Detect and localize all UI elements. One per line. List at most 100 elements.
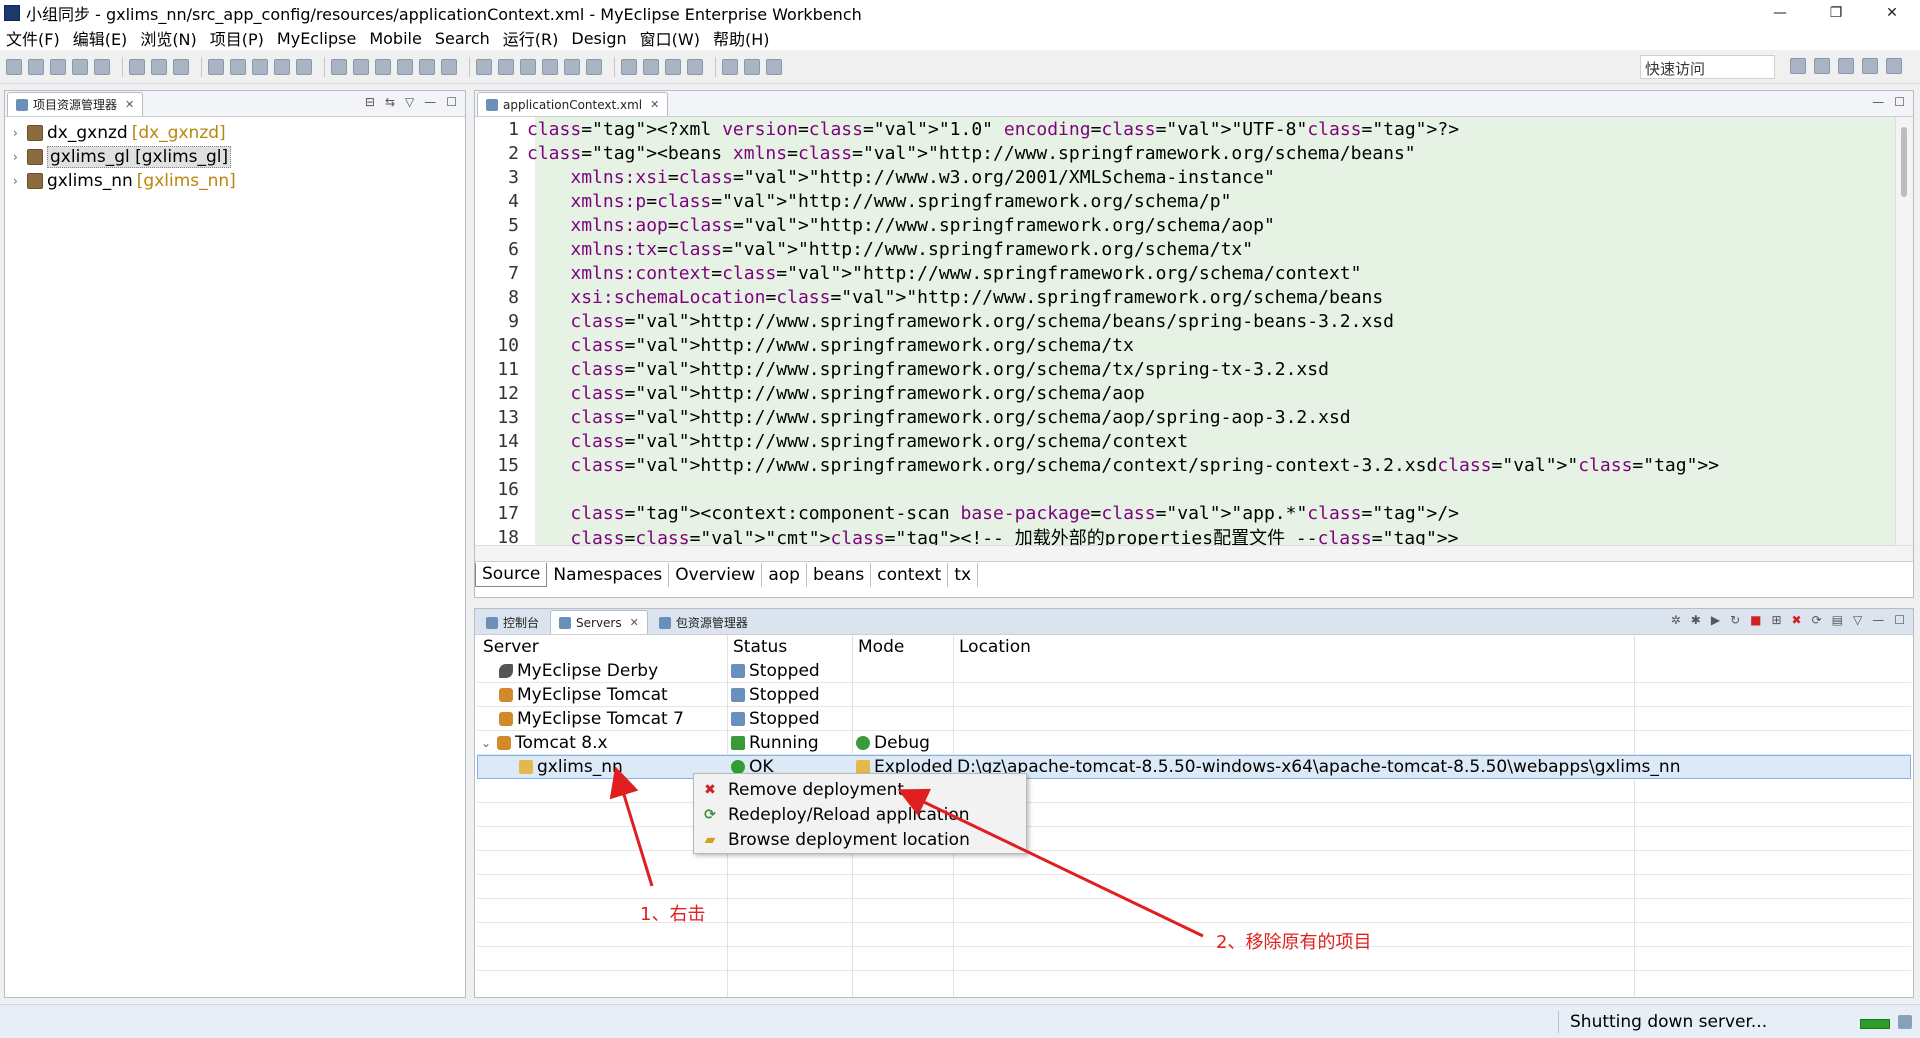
- code-line[interactable]: 7 xmlns:context=class="val">"http://www.…: [475, 261, 1913, 285]
- add-deployment-icon[interactable]: ⊞: [1771, 613, 1781, 627]
- table-row[interactable]: [477, 731, 1911, 755]
- menu-window[interactable]: 窗口(W): [640, 26, 700, 50]
- open-type-icon[interactable]: [419, 58, 435, 75]
- tab-applicationcontext-xml[interactable]: applicationContext.xml ✕: [477, 92, 669, 116]
- tab-aop[interactable]: aop: [762, 562, 807, 587]
- menu-navigate[interactable]: 浏览(N): [140, 26, 196, 50]
- maximize-icon[interactable]: ☐: [446, 95, 457, 109]
- stop-server-icon[interactable]: ■: [1750, 613, 1761, 627]
- tab-tx[interactable]: tx: [948, 562, 979, 587]
- web-browser-icon[interactable]: [397, 58, 413, 75]
- tab-overview[interactable]: Overview: [669, 562, 763, 587]
- package-icon[interactable]: [274, 58, 290, 75]
- minimize-button[interactable]: —: [1752, 0, 1808, 26]
- minimize-icon[interactable]: —: [424, 95, 436, 109]
- pencil-icon[interactable]: [564, 58, 580, 75]
- scroll-thumb[interactable]: [1901, 127, 1907, 197]
- tree-item-dx-gxnzd[interactable]: › dx_gxnzd [dx_gxnzd]: [5, 121, 465, 145]
- close-icon[interactable]: ✕: [125, 98, 134, 111]
- menu-search[interactable]: Search: [435, 29, 490, 48]
- deploy-icon[interactable]: [296, 58, 312, 75]
- redo-icon[interactable]: [230, 58, 246, 75]
- link-editor-icon[interactable]: ⇆: [385, 95, 395, 109]
- code-line[interactable]: 12 class="val">http://www.springframewor…: [475, 381, 1913, 405]
- code-line[interactable]: 6 xmlns:tx=class="val">"http://www.sprin…: [475, 237, 1913, 261]
- save-all-icon[interactable]: [72, 58, 88, 75]
- build-icon[interactable]: [173, 58, 189, 75]
- code-line[interactable]: 15 class="val">http://www.springframewor…: [475, 453, 1913, 477]
- code-line[interactable]: 3 xmlns:xsi=class="val">"http://www.w3.o…: [475, 165, 1913, 189]
- tab-context[interactable]: context: [871, 562, 949, 587]
- quick-access-input[interactable]: 快速访问: [1640, 55, 1775, 79]
- pin-editor-icon[interactable]: [722, 58, 738, 75]
- debug-icon[interactable]: [476, 58, 492, 75]
- menu-edit[interactable]: 编辑(E): [73, 26, 128, 50]
- browse-folder-icon[interactable]: ▤: [1832, 613, 1843, 627]
- code-line[interactable]: 17 class="tag"><context:component-scan b…: [475, 501, 1913, 525]
- tree-item-gxlims-gl[interactable]: › gxlims_gl [gxlims_gl]: [5, 145, 465, 169]
- chevron-right-icon[interactable]: ›: [13, 174, 27, 188]
- code-line[interactable]: 4 xmlns:p=class="val">"http://www.spring…: [475, 189, 1913, 213]
- column-header-location[interactable]: Location: [959, 635, 1031, 659]
- code-line[interactable]: 16: [475, 477, 1913, 501]
- view-menu-icon[interactable]: ▽: [1853, 613, 1862, 627]
- minimize-icon[interactable]: —: [1872, 613, 1884, 627]
- tab-package-explorer[interactable]: 包资源管理器: [650, 610, 757, 634]
- code-line[interactable]: 9 class="val">http://www.springframework…: [475, 309, 1913, 333]
- new-icon[interactable]: [6, 58, 22, 75]
- terminal-icon[interactable]: [129, 58, 145, 75]
- open-task-icon[interactable]: [586, 58, 602, 75]
- run-icon[interactable]: [498, 58, 514, 75]
- open-folder-icon[interactable]: [542, 58, 558, 75]
- new-server-icon[interactable]: [331, 58, 347, 75]
- redeploy-icon[interactable]: ⟳: [1812, 613, 1822, 627]
- grid-icon[interactable]: [766, 58, 782, 75]
- table-row[interactable]: [477, 683, 1911, 707]
- maximize-icon[interactable]: ☐: [1894, 95, 1905, 109]
- maximize-button[interactable]: ❐: [1808, 0, 1864, 26]
- menu-myeclipse[interactable]: MyEclipse: [277, 29, 356, 48]
- menu-help[interactable]: 帮助(H): [713, 26, 770, 50]
- tab-project-explorer[interactable]: 项目资源管理器 ✕: [7, 92, 144, 116]
- close-icon[interactable]: ✕: [630, 616, 639, 629]
- code-line[interactable]: 5 xmlns:aop=class="val">"http://www.spri…: [475, 213, 1913, 237]
- vertical-scrollbar[interactable]: [1895, 117, 1913, 545]
- redeploy-menu-item[interactable]: ⟳ Redeploy/Reload application: [694, 802, 1026, 827]
- open-perspective-icon[interactable]: [1790, 58, 1806, 74]
- browse-location-menu-item[interactable]: ▰ Browse deployment location: [694, 827, 1026, 852]
- xml-editor-text[interactable]: 1 class="tag"><?xml version=class="val">"…: [475, 117, 1913, 545]
- save-icon[interactable]: [50, 58, 66, 75]
- tab-beans[interactable]: beans: [807, 562, 872, 587]
- column-header-status[interactable]: Status: [733, 635, 787, 659]
- table-row[interactable]: [477, 659, 1911, 683]
- collapse-all-icon[interactable]: ⊟: [365, 95, 375, 109]
- tab-servers[interactable]: Servers ✕: [550, 610, 648, 634]
- close-button[interactable]: ✕: [1864, 0, 1920, 26]
- next-annotation-icon[interactable]: [621, 58, 637, 75]
- print-icon[interactable]: [94, 58, 110, 75]
- code-line[interactable]: 2 class="tag"><beans xmlns=class="val">"h…: [475, 141, 1913, 165]
- code-line[interactable]: 1 class="tag"><?xml version=class="val">"…: [475, 117, 1913, 141]
- menu-project[interactable]: 项目(P): [210, 26, 264, 50]
- menu-mobile[interactable]: Mobile: [369, 29, 421, 48]
- chevron-down-icon[interactable]: ⌄: [481, 736, 497, 750]
- tree-item-gxlims-nn[interactable]: › gxlims_nn [gxlims_nn]: [5, 169, 465, 193]
- remove-deployment-menu-item[interactable]: ✖ Remove deployment: [694, 777, 1026, 802]
- maximize-icon[interactable]: ☐: [1894, 613, 1905, 627]
- web-perspective-icon[interactable]: [1886, 58, 1902, 74]
- edit-icon[interactable]: [744, 58, 760, 75]
- remove-deployment-icon[interactable]: ✖: [1792, 613, 1802, 627]
- team-icon[interactable]: [252, 58, 268, 75]
- code-line[interactable]: 18 class=class="val">"cmt">class="tag"><…: [475, 525, 1913, 546]
- restart-server-icon[interactable]: ↻: [1730, 613, 1740, 627]
- column-header-server[interactable]: Server: [483, 635, 539, 659]
- debug-perspective-icon[interactable]: [1862, 58, 1878, 74]
- chevron-right-icon[interactable]: ›: [13, 150, 27, 164]
- close-icon[interactable]: ✕: [650, 98, 659, 111]
- minimize-icon[interactable]: —: [1872, 95, 1884, 109]
- start-server-icon[interactable]: ▶: [1711, 613, 1720, 627]
- code-line[interactable]: 11 class="val">http://www.springframewor…: [475, 357, 1913, 381]
- run-server-icon[interactable]: [375, 58, 391, 75]
- menu-file[interactable]: 文件(F): [6, 26, 60, 50]
- undo-icon[interactable]: [208, 58, 224, 75]
